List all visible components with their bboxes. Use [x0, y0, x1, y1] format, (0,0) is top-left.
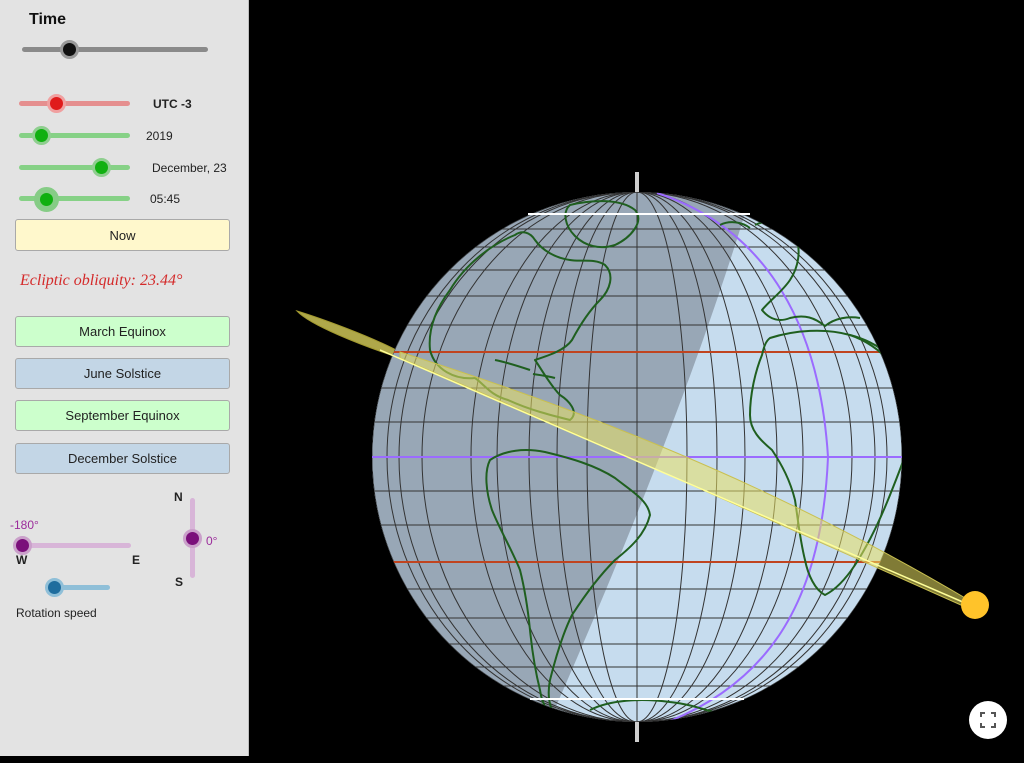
now-button[interactable]: Now: [15, 219, 230, 251]
time-slider-knob[interactable]: [60, 40, 79, 59]
south-label: S: [175, 575, 184, 589]
date-slider-track[interactable]: [19, 165, 130, 170]
year-slider-knob[interactable]: [32, 126, 51, 145]
ecliptic-obliquity-text: Ecliptic obliquity: 23.44°: [20, 272, 183, 289]
longitude-value: -180°: [10, 518, 39, 532]
sun: [961, 591, 989, 619]
rotation-speed-slider-knob[interactable]: [45, 578, 64, 597]
latitude-value: 0°: [206, 534, 218, 548]
clock-slider-knob[interactable]: [34, 187, 59, 212]
ecliptic-plane-back: [295, 309, 401, 359]
west-label: W: [16, 553, 28, 567]
rotation-speed-label: Rotation speed: [16, 606, 97, 620]
north-label: N: [174, 490, 183, 504]
utc-slider-track[interactable]: [19, 101, 130, 106]
date-label: December, 23: [152, 161, 227, 175]
utc-slider-knob[interactable]: [47, 94, 66, 113]
control-panel: Time UTC -3 2019 December, 23 05:45 Now …: [0, 0, 249, 756]
december-solstice-button[interactable]: December Solstice: [15, 443, 230, 474]
utc-label: UTC -3: [153, 97, 192, 111]
globe-view[interactable]: [250, 0, 1024, 758]
east-label: E: [132, 553, 141, 567]
september-equinox-button[interactable]: September Equinox: [15, 400, 230, 431]
date-slider-knob[interactable]: [92, 158, 111, 177]
march-equinox-button[interactable]: March Equinox: [15, 316, 230, 347]
fullscreen-icon: [980, 712, 996, 728]
longitude-slider-track[interactable]: [17, 543, 131, 548]
latitude-slider-knob[interactable]: [183, 529, 202, 548]
june-solstice-button[interactable]: June Solstice: [15, 358, 230, 389]
time-slider-track[interactable]: [22, 47, 208, 52]
time-title: Time: [29, 11, 67, 28]
year-label: 2019: [146, 129, 173, 143]
globe-canvas[interactable]: [250, 0, 1024, 758]
clock-label: 05:45: [150, 192, 181, 206]
fullscreen-button[interactable]: [969, 701, 1007, 739]
